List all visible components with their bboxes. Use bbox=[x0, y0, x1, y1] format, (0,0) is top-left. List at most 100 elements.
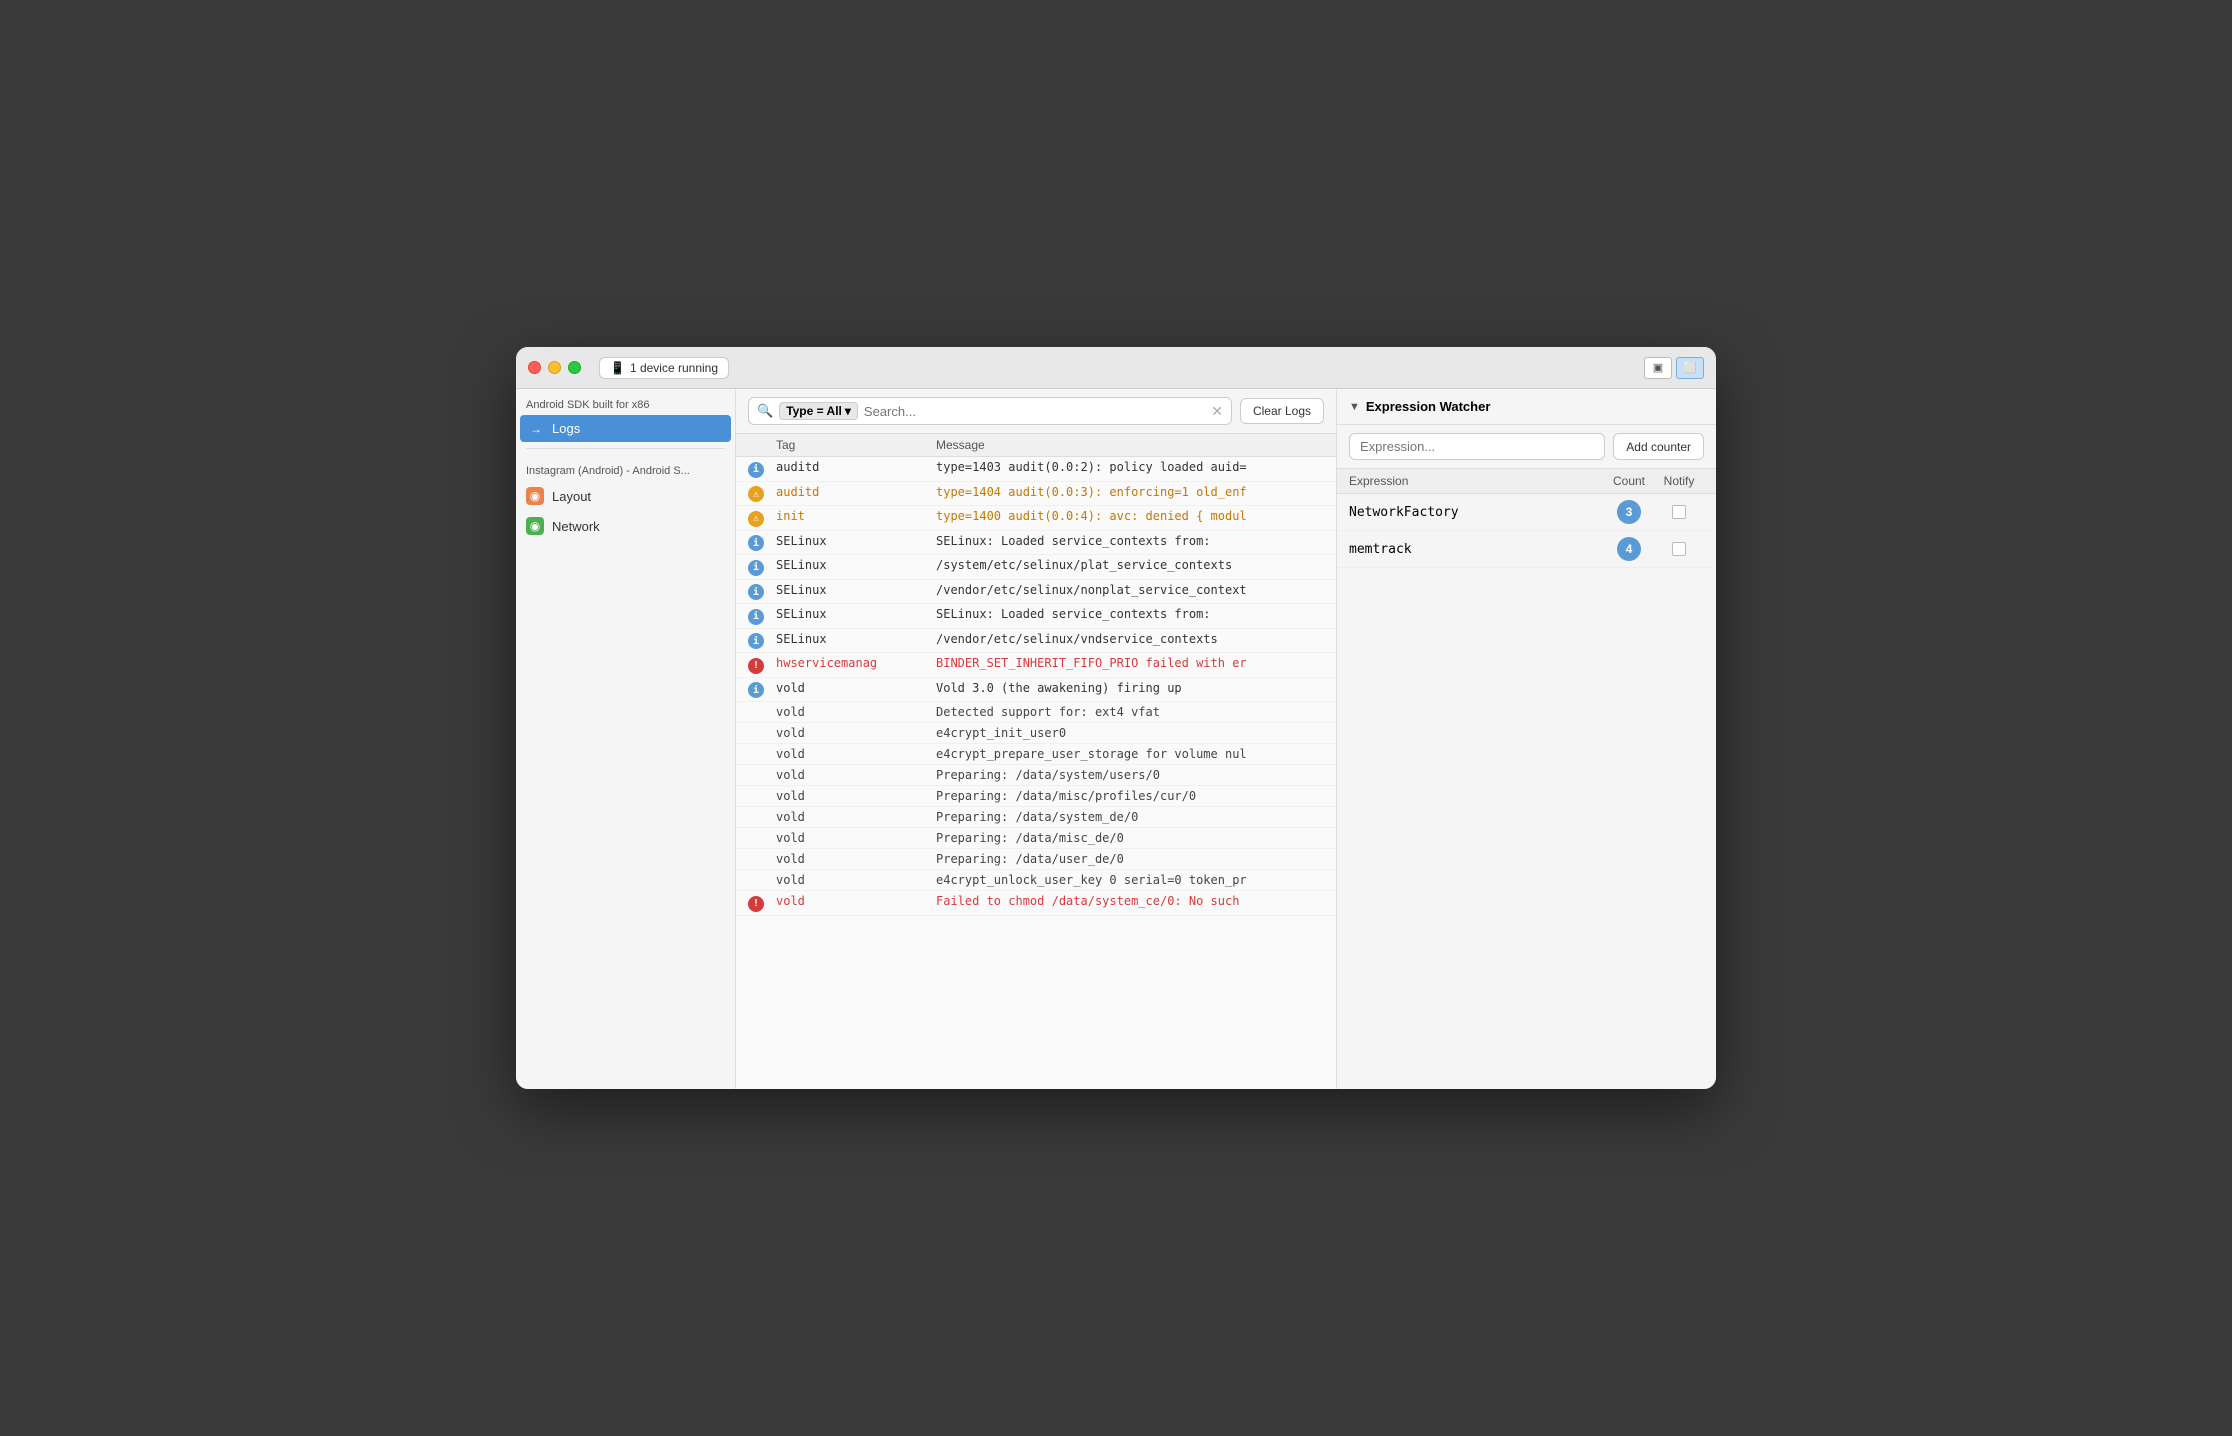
log-row: vold Preparing: /data/system_de/0 bbox=[736, 807, 1336, 828]
main-content: Android SDK built for x86 → Logs Instagr… bbox=[516, 389, 1716, 1089]
sidebar-item-network[interactable]: ◉ Network bbox=[516, 511, 735, 541]
log-row: vold Detected support for: ext4 vfat bbox=[736, 702, 1336, 723]
type-filter-label: Type = All bbox=[786, 404, 842, 418]
log-tag-cell: vold bbox=[776, 768, 936, 782]
maximize-button[interactable] bbox=[568, 361, 581, 374]
expression-watcher-title: Expression Watcher bbox=[1366, 399, 1491, 414]
device-label: 1 device running bbox=[630, 361, 718, 375]
info-icon: i bbox=[748, 560, 764, 576]
expression-count-cell: 4 bbox=[1604, 537, 1654, 561]
log-tag-cell: SELinux bbox=[776, 534, 936, 548]
log-row: ! vold Failed to chmod /data/system_ce/0… bbox=[736, 891, 1336, 916]
instagram-title: Instagram (Android) - Android S... bbox=[516, 455, 735, 481]
error-icon: ! bbox=[748, 658, 764, 674]
log-icon-cell bbox=[748, 705, 776, 706]
log-tag-cell: vold bbox=[776, 681, 936, 695]
log-row: vold Preparing: /data/misc/profiles/cur/… bbox=[736, 786, 1336, 807]
log-tag-cell: vold bbox=[776, 789, 936, 803]
log-icon-cell: ! bbox=[748, 656, 776, 674]
expression-notify-checkbox[interactable] bbox=[1672, 505, 1686, 519]
log-icon-cell bbox=[748, 852, 776, 853]
main-window: 📱 1 device running ▣ ⬜ Android SDK built… bbox=[516, 347, 1716, 1089]
log-msg-cell: /system/etc/selinux/plat_service_context… bbox=[936, 558, 1324, 572]
logs-arrow-icon: → bbox=[530, 422, 542, 436]
expression-triangle-icon: ▼ bbox=[1349, 401, 1360, 413]
expression-notify-cell bbox=[1654, 542, 1704, 556]
log-msg-cell: /vendor/etc/selinux/vndservice_contexts bbox=[936, 632, 1324, 646]
log-row: ⚠ init type=1400 audit(0.0:4): avc: deni… bbox=[736, 506, 1336, 531]
expression-add-row: Add counter bbox=[1337, 425, 1716, 469]
sidebar-item-layout[interactable]: ◉ Layout bbox=[516, 481, 735, 511]
log-tag-cell: vold bbox=[776, 873, 936, 887]
log-table: i auditd type=1403 audit(0.0:2): policy … bbox=[736, 457, 1336, 1089]
info-icon: i bbox=[748, 633, 764, 649]
device-icon: 📱 bbox=[610, 361, 625, 375]
log-tag-cell: vold bbox=[776, 894, 936, 908]
log-tag-cell: vold bbox=[776, 726, 936, 740]
type-filter-badge[interactable]: Type = All ▾ bbox=[779, 402, 858, 420]
sdk-title: Android SDK built for x86 bbox=[516, 389, 735, 415]
info-icon: i bbox=[748, 584, 764, 600]
log-tag-cell: auditd bbox=[776, 485, 936, 499]
log-icon-cell bbox=[748, 726, 776, 727]
log-msg-cell: Preparing: /data/system_de/0 bbox=[936, 810, 1324, 824]
log-row: vold e4crypt_prepare_user_storage for vo… bbox=[736, 744, 1336, 765]
search-input[interactable] bbox=[864, 404, 1205, 419]
log-row: i auditd type=1403 audit(0.0:2): policy … bbox=[736, 457, 1336, 482]
log-icon-cell: i bbox=[748, 681, 776, 699]
log-msg-cell: e4crypt_unlock_user_key 0 serial=0 token… bbox=[936, 873, 1324, 887]
log-row: i SELinux /system/etc/selinux/plat_servi… bbox=[736, 555, 1336, 580]
expression-rows: NetworkFactory 3 memtrack 4 bbox=[1337, 494, 1716, 568]
expression-input[interactable] bbox=[1349, 433, 1605, 460]
log-tag-cell: SELinux bbox=[776, 583, 936, 597]
log-icon-cell bbox=[748, 831, 776, 832]
log-msg-cell: type=1403 audit(0.0:2): policy loaded au… bbox=[936, 460, 1324, 474]
close-button[interactable] bbox=[528, 361, 541, 374]
log-row: vold e4crypt_unlock_user_key 0 serial=0 … bbox=[736, 870, 1336, 891]
log-tag-cell: hwservicemanag bbox=[776, 656, 936, 670]
sidebar: Android SDK built for x86 → Logs Instagr… bbox=[516, 389, 736, 1089]
log-icon-cell: ! bbox=[748, 894, 776, 912]
device-badge[interactable]: 📱 1 device running bbox=[599, 357, 729, 379]
log-row: i SELinux SELinux: Loaded service_contex… bbox=[736, 531, 1336, 556]
log-tag-cell: vold bbox=[776, 831, 936, 845]
sidebar-item-logs-label: Logs bbox=[552, 421, 580, 436]
search-icon: 🔍 bbox=[757, 403, 773, 419]
view-button-2[interactable]: ⬜ bbox=[1676, 357, 1704, 379]
log-msg-cell: Vold 3.0 (the awakening) firing up bbox=[936, 681, 1324, 695]
log-icon-cell: i bbox=[748, 558, 776, 576]
expression-notify-cell bbox=[1654, 505, 1704, 519]
log-tag-cell: SELinux bbox=[776, 558, 936, 572]
log-tag-cell: vold bbox=[776, 810, 936, 824]
add-counter-button[interactable]: Add counter bbox=[1613, 433, 1704, 460]
log-row: i SELinux SELinux: Loaded service_contex… bbox=[736, 604, 1336, 629]
log-area: 🔍 Type = All ▾ ✕ Clear Logs Tag Message bbox=[736, 389, 1336, 1089]
log-row: i vold Vold 3.0 (the awakening) firing u… bbox=[736, 678, 1336, 703]
layout-icon: ◉ bbox=[526, 487, 544, 505]
expression-row: memtrack 4 bbox=[1337, 531, 1716, 568]
expression-notify-checkbox[interactable] bbox=[1672, 542, 1686, 556]
sidebar-item-logs[interactable]: → Logs bbox=[520, 415, 731, 442]
clear-logs-button[interactable]: Clear Logs bbox=[1240, 398, 1324, 424]
log-msg-cell: type=1404 audit(0.0:3): enforcing=1 old_… bbox=[936, 485, 1324, 499]
log-msg-cell: Detected support for: ext4 vfat bbox=[936, 705, 1324, 719]
network-icon: ◉ bbox=[526, 517, 544, 535]
log-icon-cell: ⚠ bbox=[748, 485, 776, 503]
log-row: ⚠ auditd type=1404 audit(0.0:3): enforci… bbox=[736, 482, 1336, 507]
clear-search-icon[interactable]: ✕ bbox=[1211, 403, 1223, 420]
warn-icon: ⚠ bbox=[748, 511, 764, 527]
log-icon-cell bbox=[748, 768, 776, 769]
view-button-1[interactable]: ▣ bbox=[1644, 357, 1672, 379]
log-msg-cell: /vendor/etc/selinux/nonplat_service_cont… bbox=[936, 583, 1324, 597]
log-row: vold Preparing: /data/misc_de/0 bbox=[736, 828, 1336, 849]
expression-count-badge: 3 bbox=[1617, 500, 1641, 524]
log-table-header: Tag Message bbox=[736, 434, 1336, 457]
error-icon: ! bbox=[748, 896, 764, 912]
info-icon: i bbox=[748, 682, 764, 698]
minimize-button[interactable] bbox=[548, 361, 561, 374]
expression-panel: ▼ Expression Watcher Add counter Express… bbox=[1336, 389, 1716, 1089]
info-icon: i bbox=[748, 462, 764, 478]
sidebar-item-layout-label: Layout bbox=[552, 489, 591, 504]
log-msg-cell: e4crypt_prepare_user_storage for volume … bbox=[936, 747, 1324, 761]
expression-name: memtrack bbox=[1349, 542, 1604, 557]
